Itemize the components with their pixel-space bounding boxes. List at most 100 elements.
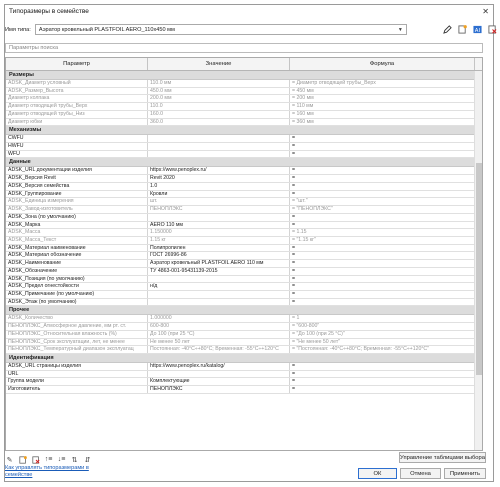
formula-cell[interactable]: = "600-800" <box>290 323 475 330</box>
value-cell[interactable]: 200.0 мм <box>148 95 290 103</box>
formula-cell[interactable]: = <box>290 190 475 198</box>
table-row[interactable]: ADSK_Позиция (по умолчанию) = <box>6 275 475 284</box>
table-row[interactable]: ADSK_Версия семейства 1.0 = <box>6 182 475 191</box>
value-cell[interactable]: Аэратор кровельный PLASTFOIL AERO 110 мм <box>148 260 290 267</box>
table-row[interactable]: ADSK_Марка AERO 110 мм = <box>6 221 475 230</box>
value-cell[interactable]: До 100 (при 25 °С) <box>148 330 290 338</box>
column-header-value[interactable]: Значение <box>148 58 290 70</box>
table-row[interactable]: Диаметр юбки 360.0 = 360 мм <box>6 118 475 127</box>
formula-cell[interactable]: = "ПЕНОПЛЭКС" <box>290 206 475 213</box>
value-cell[interactable] <box>148 298 290 306</box>
table-row[interactable]: Группа модели Комплектующие = <box>6 378 475 387</box>
lookup-tables-button[interactable]: Управление таблицами выбора <box>399 452 486 463</box>
delete-type-icon[interactable] <box>487 24 497 34</box>
formula-cell[interactable]: = <box>290 267 475 275</box>
group-header[interactable]: Размеры <box>6 71 475 80</box>
value-cell[interactable]: ПЕНОПЛЭКС <box>148 386 290 393</box>
table-row[interactable]: ADSK_Единица измерения шт. = "шт." <box>6 198 475 207</box>
value-cell[interactable]: 600-800 <box>148 323 290 330</box>
value-cell[interactable]: ГОСТ 26996-86 <box>148 252 290 260</box>
formula-cell[interactable]: = <box>290 182 475 190</box>
table-row[interactable]: Диаметр отводящей трубы_Верх 110.0 = 110 м… <box>6 103 475 111</box>
value-cell[interactable]: Кровли <box>148 190 290 198</box>
table-row[interactable]: ПЕНОПЛЭКС_Срок эксплуатации, лет, не мен… <box>6 338 475 347</box>
value-cell[interactable]: 110.0 мм <box>148 80 290 87</box>
table-row[interactable]: ПЕНОПЛЭКС_Атмосферное давление, мм рт. с… <box>6 323 475 331</box>
table-row[interactable]: ADSK_Завод-изготовитель ПЕНОПЛЭКС = "ПЕНОП… <box>6 206 475 214</box>
table-row[interactable]: ADSK_Материал обозначение ГОСТ 26996-86 = <box>6 252 475 261</box>
formula-cell[interactable]: = <box>290 175 475 182</box>
table-row[interactable]: ПЕНОПЛЭКС_Относительная влажность (%) До … <box>6 330 475 339</box>
table-row[interactable]: ADSK_Материал наименование Полипропилен = <box>6 244 475 253</box>
formula-cell[interactable]: = 200 мм <box>290 95 475 103</box>
table-row[interactable]: ADSK_Зона (по умолчанию) = <box>6 213 475 222</box>
formula-cell[interactable]: = 1.15 <box>290 229 475 236</box>
ok-button[interactable]: ОК <box>358 468 397 479</box>
formula-cell[interactable]: = <box>290 167 475 175</box>
value-cell[interactable]: Revit 2020 <box>148 175 290 182</box>
formula-cell[interactable]: = <box>290 386 475 393</box>
formula-cell[interactable]: = <box>290 283 475 290</box>
formula-cell[interactable]: = <box>290 260 475 267</box>
value-cell[interactable]: Не менее 50 лет <box>148 338 290 346</box>
formula-cell[interactable]: = <box>290 221 475 229</box>
formula-cell[interactable]: = <box>290 378 475 386</box>
value-cell[interactable]: 450.0 мм <box>148 87 290 95</box>
value-cell[interactable]: 110.0 <box>148 103 290 110</box>
table-row[interactable]: ADSK_URL страницы изделия https://www.pen… <box>6 363 475 371</box>
value-cell[interactable]: 360.0 <box>148 118 290 126</box>
formula-cell[interactable]: = <box>290 363 475 370</box>
formula-cell[interactable]: = <box>290 298 475 306</box>
value-cell[interactable]: https://www.penoplex.ru/katalog/ <box>148 363 290 370</box>
formula-cell[interactable]: = 360 мм <box>290 118 475 126</box>
formula-cell[interactable]: = <box>290 150 475 158</box>
sort-asc-icon[interactable]: ⇅ <box>70 455 79 464</box>
table-row[interactable]: ADSK_URL документации изделия https://www… <box>6 167 475 176</box>
table-row[interactable]: ADSK_Этаж (по умолчанию) = <box>6 298 475 307</box>
formula-cell[interactable]: = <box>290 213 475 221</box>
formula-cell[interactable]: = 1 <box>290 315 475 323</box>
move-up-icon[interactable]: ↑≡ <box>44 455 53 464</box>
cancel-button[interactable]: Отмена <box>400 468 441 479</box>
formula-cell[interactable]: = "Постоянная: -40°С÷+80°С; Временная: -… <box>290 346 475 353</box>
pencil-icon[interactable]: ✎ <box>5 455 14 464</box>
vertical-scrollbar[interactable] <box>474 71 482 450</box>
table-row[interactable]: Диаметр колпака 200.0 мм = 200 мм <box>6 95 475 104</box>
formula-cell[interactable]: = <box>290 275 475 283</box>
value-cell[interactable]: 1.0 <box>148 182 290 190</box>
formula-cell[interactable]: = <box>290 244 475 252</box>
formula-cell[interactable]: = <box>290 370 475 378</box>
table-row[interactable]: ADSK_Группирование Кровли = <box>6 190 475 199</box>
value-cell[interactable]: Постоянная: -40°С÷+80°С; Временная: -55°… <box>148 346 290 353</box>
group-header[interactable]: Прочее <box>6 306 475 316</box>
value-cell[interactable]: 1.150000 <box>148 229 290 236</box>
value-cell[interactable] <box>148 290 290 298</box>
table-row[interactable]: ADSK_Версия Revit Revit 2020 = <box>6 175 475 183</box>
sort-desc-icon[interactable]: ⇵ <box>83 455 92 464</box>
formula-cell[interactable]: = <box>290 252 475 260</box>
formula-cell[interactable]: = Диаметр отводящей трубы_Верх <box>290 80 475 87</box>
formula-cell[interactable]: = <box>290 143 475 150</box>
value-cell[interactable]: Полипропилен <box>148 244 290 252</box>
value-cell[interactable] <box>148 275 290 283</box>
rename-type-icon[interactable]: AI <box>472 24 482 34</box>
table-row[interactable]: ADSK_Обозначение ТУ 4863-001-95431139-201… <box>6 267 475 276</box>
scrollbar-thumb[interactable] <box>476 163 482 375</box>
parameter-search-input[interactable]: Параметры поиска <box>5 43 483 53</box>
table-row[interactable]: ADSK_Масса_Текст 1.15 кг = "1.15 кг" <box>6 236 475 245</box>
value-cell[interactable]: ПЕНОПЛЭКС <box>148 206 290 213</box>
formula-cell[interactable]: = <box>290 135 475 143</box>
table-row[interactable]: Изготовитель ПЕНОПЛЭКС = <box>6 386 475 394</box>
formula-cell[interactable]: = "До 100 (при 25 °С)" <box>290 330 475 338</box>
table-row[interactable]: Диаметр отводящей трубы_Низ 160.0 = 160 мм <box>6 110 475 119</box>
value-cell[interactable] <box>148 143 290 150</box>
value-cell[interactable] <box>148 150 290 158</box>
formula-cell[interactable]: = "шт." <box>290 198 475 206</box>
value-cell[interactable] <box>148 213 290 221</box>
move-down-icon[interactable]: ↓≡ <box>57 455 66 464</box>
table-row[interactable]: ADSK_Масса 1.150000 = 1.15 <box>6 229 475 237</box>
value-cell[interactable]: ТУ 4863-001-95431139-2015 <box>148 267 290 275</box>
table-row[interactable]: ADSK_Примечание (по умолчанию) = <box>6 290 475 299</box>
formula-cell[interactable]: = 160 мм <box>290 110 475 118</box>
value-cell[interactable]: AERO 110 мм <box>148 221 290 229</box>
